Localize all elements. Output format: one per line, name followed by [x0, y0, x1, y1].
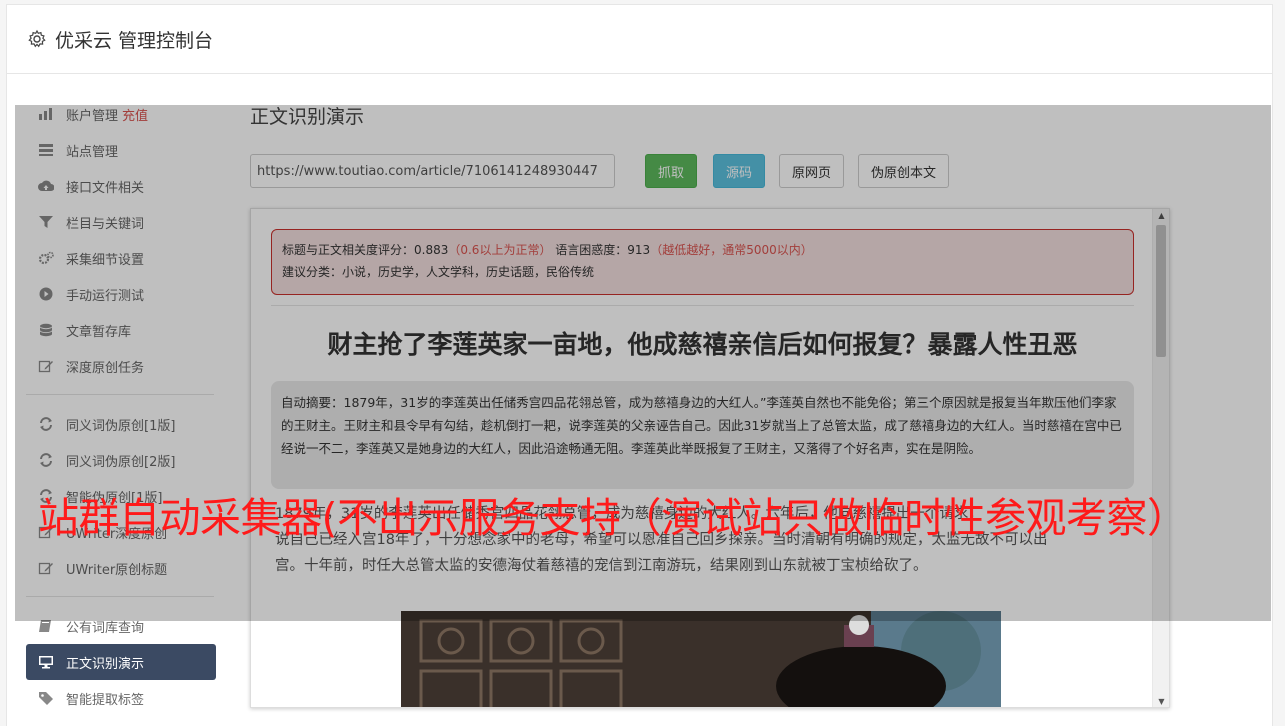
- monitor-icon: [38, 654, 54, 670]
- sidebar-item[interactable]: 正文识别演示: [26, 644, 216, 680]
- overlay-banner-text: 站群自动采集器(不出示服务支持（演试站只做临时性参观考察）: [38, 494, 1188, 542]
- sidebar-item-label: 正文识别演示: [66, 656, 145, 672]
- sidebar-item-label: 智能提取标签: [66, 692, 145, 708]
- tag-icon: [38, 690, 54, 706]
- article-image: [401, 611, 1001, 707]
- app-title: 优采云 管理控制台: [55, 29, 214, 52]
- gear-icon[interactable]: [27, 29, 47, 49]
- sidebar-item[interactable]: 内容相似度: [26, 716, 216, 726]
- sidebar-item[interactable]: 智能提取标签: [26, 680, 216, 716]
- scroll-down-icon[interactable]: ▼: [1153, 695, 1169, 707]
- header-bar: 优采云 管理控制台: [6, 4, 1273, 74]
